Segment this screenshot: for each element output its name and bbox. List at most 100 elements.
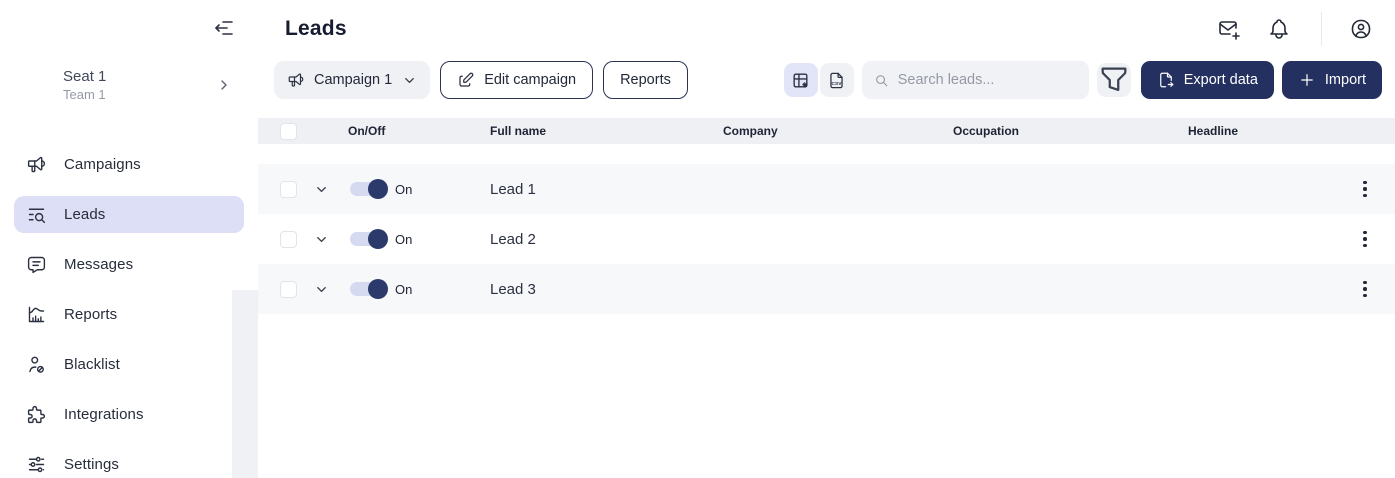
table-settings-icon — [791, 71, 810, 90]
toolbar: Campaign 1 Edit campaign Reports — [258, 61, 1395, 99]
on-off-toggle[interactable] — [350, 182, 386, 196]
full-name-cell: Lead 1 — [486, 181, 719, 198]
bell-icon[interactable] — [1267, 17, 1291, 41]
chevron-down-icon — [314, 182, 329, 197]
chevron-down-icon — [314, 282, 329, 297]
toggle-knob — [368, 229, 388, 249]
sidebar-item-leads[interactable]: Leads — [14, 196, 244, 233]
sidebar-item-label: Reports — [64, 306, 117, 323]
table-body: On Lead 1 On Lead 2 On — [258, 164, 1395, 314]
csv-file-icon: CSV — [827, 71, 846, 90]
sidebar-item-integrations[interactable]: Integrations — [14, 396, 244, 433]
megaphone-icon — [287, 71, 305, 89]
mail-plus-icon[interactable] — [1217, 17, 1241, 41]
row-actions-menu-button[interactable] — [1335, 214, 1395, 264]
column-header-headline: Headline — [1184, 124, 1335, 138]
seat-selector[interactable]: Seat 1 Team 1 — [14, 60, 244, 110]
search-icon — [874, 72, 889, 89]
toggle-state-label: On — [395, 232, 412, 247]
row-checkbox-cell — [258, 181, 304, 198]
file-export-icon — [1157, 71, 1175, 89]
row-expand-button[interactable] — [304, 282, 338, 297]
sidebar-item-label: Messages — [64, 256, 133, 273]
toggle-state-label: On — [395, 182, 412, 197]
topbar-divider — [1321, 12, 1322, 46]
user-block-icon — [26, 354, 47, 375]
table-header-row: On/Off Full name Company Occupation Head… — [258, 118, 1395, 144]
row-expand-button[interactable] — [304, 182, 338, 197]
toggle-knob — [368, 179, 388, 199]
plus-icon — [1298, 71, 1316, 89]
sidebar-item-campaigns[interactable]: Campaigns — [14, 146, 244, 183]
edit-campaign-button[interactable]: Edit campaign — [440, 61, 593, 99]
list-search-icon — [26, 204, 47, 225]
sidebar-item-label: Leads — [64, 206, 105, 223]
megaphone-icon — [26, 154, 47, 175]
view-switcher: CSV — [784, 63, 854, 97]
sidebar-nav: Campaigns Leads Messages Reports Blackli… — [0, 146, 258, 478]
reports-button-label: Reports — [620, 72, 671, 88]
filter-button[interactable] — [1097, 63, 1131, 97]
sidebar-item-label: Settings — [64, 456, 119, 473]
row-expand-button[interactable] — [304, 232, 338, 247]
row-actions-menu-button[interactable] — [1335, 264, 1395, 314]
leads-table: On/Off Full name Company Occupation Head… — [258, 118, 1395, 314]
csv-export-view-button[interactable]: CSV — [820, 63, 854, 97]
sidebar-collapse-button[interactable] — [212, 16, 236, 40]
user-circle-icon[interactable] — [1349, 17, 1373, 41]
sidebar-item-settings[interactable]: Settings — [14, 446, 244, 478]
table-header-checkbox-cell — [258, 123, 304, 140]
funnel-icon — [1097, 63, 1131, 97]
row-toggle-cell: On — [338, 282, 486, 297]
row-toggle-cell: On — [338, 232, 486, 247]
search-input[interactable] — [898, 72, 1077, 88]
sidebar-collapse-icon — [212, 16, 236, 40]
row-checkbox-cell — [258, 281, 304, 298]
row-checkbox[interactable] — [280, 181, 297, 198]
on-off-toggle[interactable] — [350, 282, 386, 296]
topbar: Leads — [258, 0, 1395, 57]
row-checkbox[interactable] — [280, 231, 297, 248]
column-header-company: Company — [719, 124, 949, 138]
chevron-down-icon — [402, 72, 418, 88]
page-title: Leads — [285, 17, 347, 41]
sidebar-item-label: Integrations — [64, 406, 144, 423]
main-content: Leads Campaign 1 Edit campaign — [258, 0, 1395, 478]
topbar-icons — [1217, 12, 1373, 46]
toggle-knob — [368, 279, 388, 299]
table-settings-view-button[interactable] — [784, 63, 818, 97]
campaign-selector-dropdown[interactable]: Campaign 1 — [274, 61, 430, 99]
edit-pencil-icon — [457, 71, 475, 89]
search-box — [862, 61, 1089, 99]
export-data-label: Export data — [1184, 72, 1258, 88]
table-row: On Lead 3 — [258, 264, 1395, 314]
message-icon — [26, 254, 47, 275]
svg-text:CSV: CSV — [832, 80, 843, 86]
toolbar-left: Campaign 1 Edit campaign Reports — [274, 61, 698, 99]
sidebar-scrollbar-track[interactable] — [232, 290, 258, 478]
edit-campaign-label: Edit campaign — [484, 72, 576, 88]
export-data-button[interactable]: Export data — [1141, 61, 1274, 99]
row-checkbox[interactable] — [280, 281, 297, 298]
table-header-gap — [258, 144, 1395, 154]
row-checkbox-cell — [258, 231, 304, 248]
toolbar-right: CSV Export data Import — [784, 61, 1382, 99]
sidebar: Seat 1 Team 1 Campaigns Leads Messages R… — [0, 0, 258, 478]
seat-subtitle: Team 1 — [63, 87, 106, 102]
import-button[interactable]: Import — [1282, 61, 1382, 99]
row-toggle-cell: On — [338, 182, 486, 197]
sidebar-item-label: Blacklist — [64, 356, 120, 373]
chevron-down-icon — [314, 232, 329, 247]
row-actions-menu-button[interactable] — [1335, 164, 1395, 214]
campaign-selector-label: Campaign 1 — [314, 72, 392, 88]
table-row: On Lead 1 — [258, 164, 1395, 214]
sidebar-item-label: Campaigns — [64, 156, 141, 173]
sidebar-item-blacklist[interactable]: Blacklist — [14, 346, 244, 383]
puzzle-icon — [26, 404, 47, 425]
reports-button[interactable]: Reports — [603, 61, 688, 99]
on-off-toggle[interactable] — [350, 232, 386, 246]
sidebar-item-reports[interactable]: Reports — [14, 296, 244, 333]
chevron-right-icon — [216, 77, 232, 93]
sidebar-item-messages[interactable]: Messages — [14, 246, 244, 283]
select-all-checkbox[interactable] — [280, 123, 297, 140]
